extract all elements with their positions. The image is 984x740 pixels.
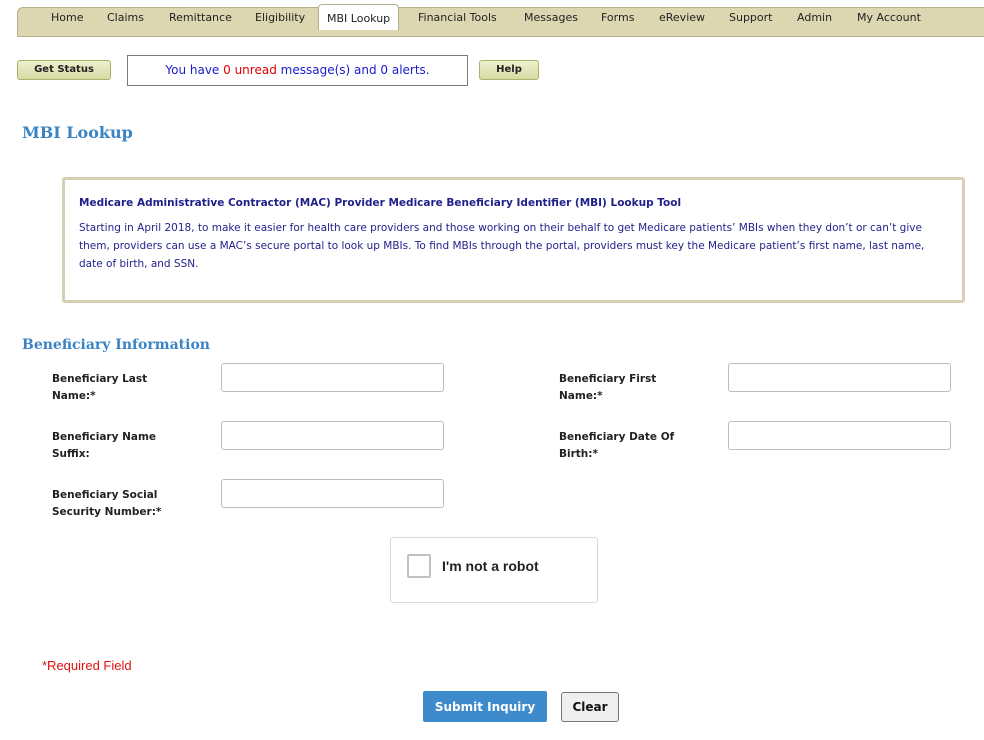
- nav-messages[interactable]: Messages: [524, 11, 578, 24]
- info-body: Starting in April 2018, to make it easie…: [79, 222, 925, 270]
- nav-eligibility[interactable]: Eligibility: [255, 11, 305, 24]
- recaptcha-widget: I'm not a robot: [390, 537, 598, 603]
- help-button[interactable]: Help: [479, 60, 539, 80]
- message-prefix: You have: [165, 63, 224, 77]
- nav-home[interactable]: Home: [51, 11, 83, 24]
- recaptcha-label: I'm not a robot: [442, 558, 539, 574]
- last-name-label: Beneficiary Last Name:*: [52, 373, 148, 402]
- info-box: Medicare Administrative Contractor (MAC)…: [62, 177, 965, 303]
- clear-button[interactable]: Clear: [561, 692, 619, 722]
- nav-admin[interactable]: Admin: [797, 11, 832, 24]
- get-status-button[interactable]: Get Status: [17, 60, 111, 80]
- nav-claims[interactable]: Claims: [107, 11, 144, 24]
- nav-forms[interactable]: Forms: [601, 11, 634, 24]
- ssn-input[interactable]: [221, 479, 444, 508]
- message-suffix: message(s) and 0 alerts.: [276, 63, 430, 77]
- message-status-box: You have 0 unread message(s) and 0 alert…: [127, 55, 468, 86]
- section-title: Beneficiary Information: [22, 337, 210, 353]
- page-title: MBI Lookup: [22, 123, 133, 142]
- main-nav: [17, 7, 984, 37]
- nav-remittance[interactable]: Remittance: [169, 11, 232, 24]
- last-name-input[interactable]: [221, 363, 444, 392]
- dob-label: Beneficiary Date Of Birth:*: [559, 431, 675, 460]
- unread-word: unread: [230, 63, 277, 77]
- dob-input[interactable]: [728, 421, 951, 450]
- first-name-label: Beneficiary First Name:*: [559, 373, 657, 402]
- nav-financial-tools[interactable]: Financial Tools: [418, 11, 497, 24]
- unread-count: 0: [223, 63, 231, 77]
- suffix-label: Beneficiary Name Suffix:: [52, 431, 157, 460]
- suffix-input[interactable]: [221, 421, 444, 450]
- recaptcha-checkbox[interactable]: [407, 554, 431, 578]
- submit-inquiry-button[interactable]: Submit Inquiry: [423, 691, 547, 722]
- required-field-note: *Required Field: [42, 658, 132, 673]
- nav-ereview[interactable]: eReview: [659, 11, 705, 24]
- ssn-label: Beneficiary Social Security Number:*: [52, 489, 162, 518]
- first-name-input[interactable]: [728, 363, 951, 392]
- nav-mbi-lookup[interactable]: MBI Lookup: [318, 4, 400, 30]
- info-heading: Medicare Administrative Contractor (MAC)…: [79, 197, 682, 209]
- nav-my-account[interactable]: My Account: [857, 11, 921, 24]
- nav-support[interactable]: Support: [729, 11, 772, 24]
